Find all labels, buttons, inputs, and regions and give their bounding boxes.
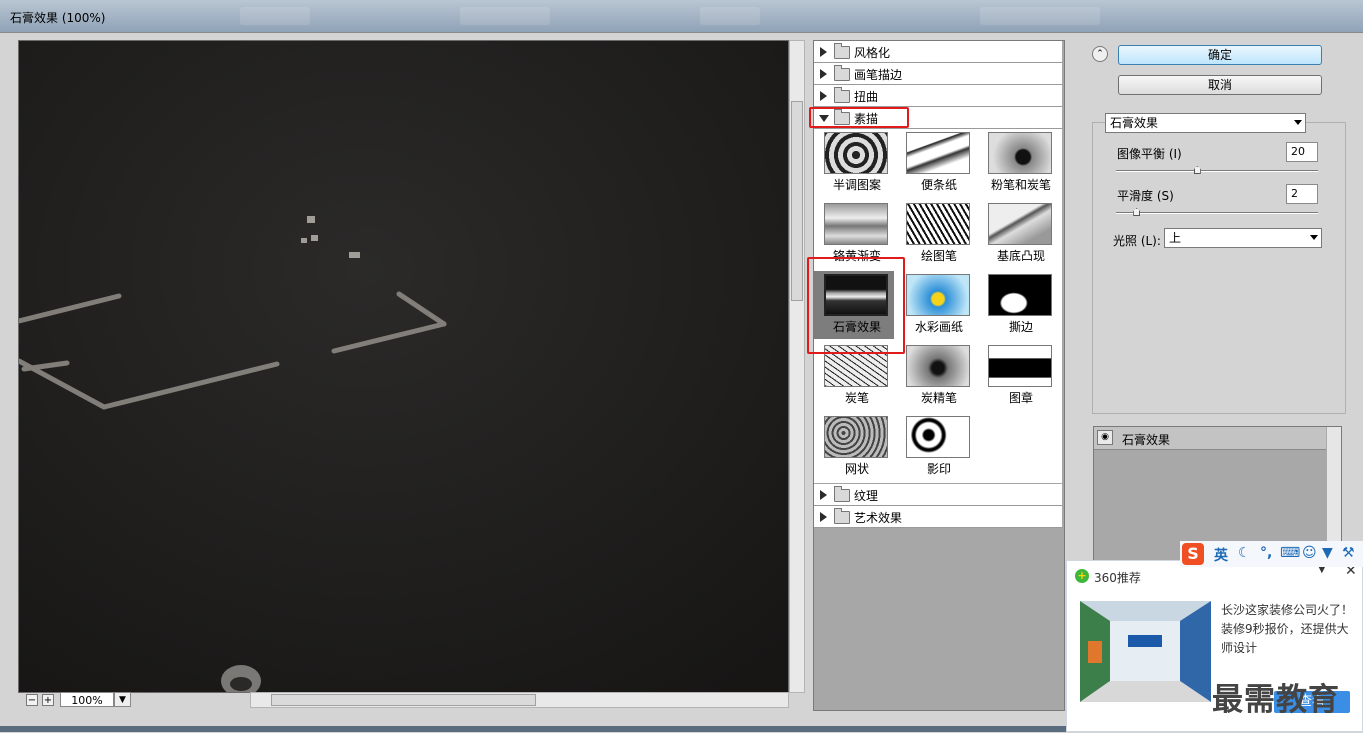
category-stylize[interactable]: 风格化 [814,41,1062,63]
expand-arrow-icon [820,47,827,57]
filter-preview-canvas[interactable] [18,40,789,693]
filter-tile[interactable]: 绘图笔 [896,200,976,268]
filter-tile[interactable]: 粉笔和炭笔 [978,129,1058,197]
popup-title: 360推荐 [1094,571,1141,585]
popup-text: 长沙这家装修公司火了！装修9秒报价，还提供大师设计 [1221,603,1354,655]
expand-arrow-icon [820,512,827,522]
filter-settings-panel [1092,122,1346,414]
filter-thumbnail [824,416,888,458]
scroll-thumb[interactable] [271,694,536,706]
cancel-button[interactable]: 取消 [1118,75,1322,95]
ime-toolbar[interactable]: S 英 ☾ °, ⌨ ☺ ▼ ⚒ [1180,541,1363,567]
effect-layer-row[interactable]: ◉ 石膏效果 [1094,427,1326,450]
folder-icon [834,87,850,103]
filter-thumbnail [906,274,970,316]
filter-thumbnail [906,345,970,387]
filter-tile[interactable]: 网状 [814,413,894,481]
smoothness-label: 平滑度 (S) [1117,189,1174,203]
category-brush-strokes[interactable]: 画笔描边 [814,63,1062,85]
shirt-icon[interactable]: ▼ [1322,545,1333,561]
chevron-down-icon [1294,120,1302,125]
folder-icon [834,65,850,81]
collapse-gallery-icon[interactable]: ⌃ [1092,46,1108,62]
folder-icon [834,43,850,59]
zoom-in-button[interactable]: + [42,694,54,706]
light-label: 光照 (L): [1113,234,1161,248]
window-title: 石膏效果 (100%) [10,11,106,25]
image-balance-input[interactable]: 20 [1286,142,1318,162]
image-balance-label: 图像平衡 (I) [1117,147,1182,161]
image-balance-slider[interactable] [1116,170,1318,172]
category-distort[interactable]: 扭曲 [814,85,1062,107]
filter-thumbnail [906,132,970,174]
title-bar-decoration [700,7,760,25]
folder-icon [834,508,850,524]
eye-icon[interactable]: ◉ [1097,430,1113,445]
title-bar-decoration [460,7,550,25]
keyboard-icon[interactable]: ⌨ [1280,545,1300,561]
preview-image [19,41,788,692]
smoothness-slider[interactable] [1116,212,1318,214]
wrench-icon[interactable]: ⚒ [1342,545,1355,561]
category-texture[interactable]: 纹理 [814,484,1062,506]
preview-horizontal-scrollbar[interactable] [250,692,789,708]
filter-tile[interactable]: 便条纸 [896,129,976,197]
expand-arrow-icon [820,490,827,500]
title-bar-decoration [980,7,1100,25]
filter-thumbnail [824,203,888,245]
light-direction-dropdown[interactable]: 上 [1164,228,1322,248]
ime-language[interactable]: 英 [1214,545,1228,565]
zoom-dropdown-button[interactable]: ▼ [114,692,131,707]
filter-thumbnail [988,274,1052,316]
filter-thumbnail [988,203,1052,245]
expand-arrow-icon [820,91,827,101]
filter-select-dropdown[interactable]: 石膏效果 [1105,113,1306,133]
filter-tile[interactable]: 撕边 [978,271,1058,339]
filter-tile[interactable]: 影印 [896,413,976,481]
preview-vertical-scrollbar[interactable] [789,40,805,693]
filter-tile[interactable]: 半调图案 [814,129,894,197]
ad-image[interactable] [1080,601,1211,702]
filter-thumbnail [906,416,970,458]
title-bar-decoration [240,7,310,25]
window-title-bar[interactable]: 石膏效果 (100%) [0,0,1363,32]
s-logo-icon[interactable]: S [1182,543,1204,565]
chevron-down-icon [1310,235,1318,240]
highlight-selected-filter [807,257,905,354]
filter-thumbnail [824,132,888,174]
360-logo-icon: + [1075,569,1089,583]
user-icon[interactable]: ☺ [1302,545,1317,561]
filter-tile[interactable]: 图章 [978,342,1058,410]
filter-thumbnail [906,203,970,245]
zoom-out-button[interactable]: − [26,694,38,706]
scroll-thumb[interactable] [791,101,803,301]
filter-tile[interactable]: 水彩画纸 [896,271,976,339]
punctuation-icon[interactable]: °, [1260,545,1272,561]
smoothness-input[interactable]: 2 [1286,184,1318,204]
filter-gallery-panel[interactable]: 风格化 画笔描边 扭曲 素描 半调图案 便条纸 粉笔和炭笔 铬黄渐变 绘图笔 基… [813,40,1065,711]
watermark-text: 最需教育 [1212,682,1340,718]
expand-arrow-icon [820,69,827,79]
folder-icon [834,486,850,502]
highlight-sketch-category [809,107,909,128]
filter-tile[interactable]: 炭精笔 [896,342,976,410]
filter-thumbnail [988,345,1052,387]
ok-button[interactable]: 确定 [1118,45,1322,65]
zoom-level-field[interactable]: 100% [60,692,114,707]
category-artistic[interactable]: 艺术效果 [814,506,1062,528]
filter-tile[interactable]: 基底凸现 [978,200,1058,268]
moon-icon[interactable]: ☾ [1238,545,1251,561]
filter-thumbnail [988,132,1052,174]
